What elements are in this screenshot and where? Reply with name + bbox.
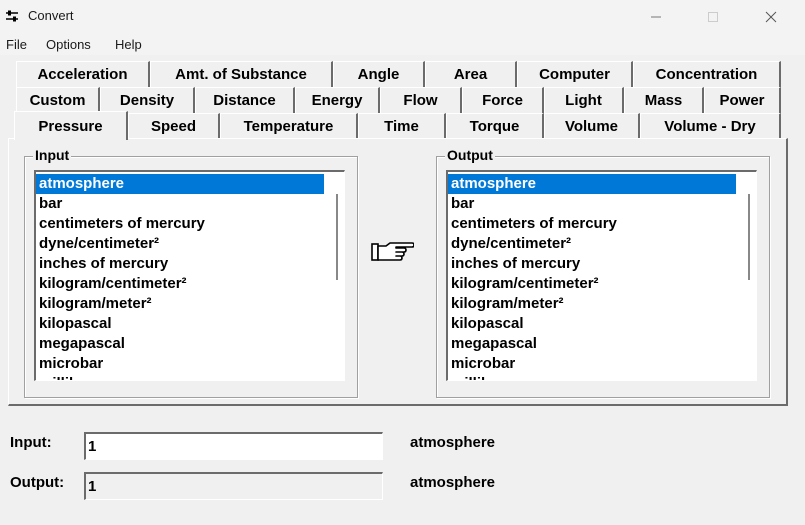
list-item[interactable]: kilogram/centimeter² xyxy=(36,274,344,294)
tab-power[interactable]: Power xyxy=(704,87,781,113)
list-item[interactable]: megapascal xyxy=(36,334,344,354)
scroll-thumb[interactable] xyxy=(748,194,750,280)
input-value-field[interactable] xyxy=(84,432,383,460)
tab-light[interactable]: Light xyxy=(544,87,624,113)
tab-pressure[interactable]: Pressure xyxy=(14,111,128,140)
menu-file[interactable]: File xyxy=(6,37,27,52)
minimize-button[interactable] xyxy=(633,0,679,33)
list-item[interactable]: bar xyxy=(448,194,756,214)
list-item[interactable]: kilopascal xyxy=(36,314,344,334)
close-icon xyxy=(765,11,777,22)
minimize-icon xyxy=(651,16,661,17)
menu-bar: File Options Help xyxy=(0,33,805,55)
tab-density[interactable]: Density xyxy=(100,87,195,113)
tab-amt-of-substance[interactable]: Amt. of Substance xyxy=(150,61,333,87)
list-item[interactable]: centimeters of mercury xyxy=(36,214,344,234)
input-unit-label: atmosphere xyxy=(410,434,496,451)
close-button[interactable] xyxy=(748,0,794,33)
input-unit-list[interactable]: atmosphere bar centimeters of mercury dy… xyxy=(34,170,345,381)
tab-temperature[interactable]: Temperature xyxy=(220,113,358,139)
tab-acceleration[interactable]: Acceleration xyxy=(16,61,150,87)
window-title: Convert xyxy=(28,8,74,23)
tab-concentration[interactable]: Concentration xyxy=(633,61,781,87)
pointing-hand-icon xyxy=(371,242,414,261)
tab-speed[interactable]: Speed xyxy=(128,113,220,139)
title-bar: Convert xyxy=(0,0,805,33)
input-group-label: Input xyxy=(33,147,72,163)
list-item[interactable]: millibar xyxy=(448,374,756,380)
list-item[interactable]: kilogram/centimeter² xyxy=(448,274,756,294)
list-item[interactable]: microbar xyxy=(448,354,756,374)
list-item[interactable]: megapascal xyxy=(448,334,756,354)
tab-custom[interactable]: Custom xyxy=(16,87,100,113)
list-item[interactable]: kilopascal xyxy=(448,314,756,334)
maximize-icon xyxy=(708,11,718,22)
menu-help[interactable]: Help xyxy=(115,37,142,52)
tab-angle[interactable]: Angle xyxy=(333,61,425,87)
tab-torque[interactable]: Torque xyxy=(446,113,544,139)
list-item[interactable]: millibar xyxy=(36,374,344,380)
tab-distance[interactable]: Distance xyxy=(195,87,295,113)
scroll-thumb[interactable] xyxy=(336,194,338,280)
list-item[interactable]: atmosphere xyxy=(36,174,324,194)
list-item[interactable]: inches of mercury xyxy=(448,254,756,274)
output-field-label: Output: xyxy=(10,474,65,491)
menu-options[interactable]: Options xyxy=(46,37,91,52)
tab-flow[interactable]: Flow xyxy=(380,87,462,113)
output-list-scrollbar[interactable] xyxy=(742,172,756,380)
list-item[interactable]: inches of mercury xyxy=(36,254,344,274)
input-list-scrollbar[interactable] xyxy=(330,172,344,380)
tab-time[interactable]: Time xyxy=(358,113,446,139)
sliders-icon xyxy=(6,10,18,22)
list-item[interactable]: microbar xyxy=(36,354,344,374)
maximize-button[interactable] xyxy=(690,0,736,33)
tab-computer[interactable]: Computer xyxy=(517,61,633,87)
tab-force[interactable]: Force xyxy=(462,87,544,113)
tab-volume[interactable]: Volume xyxy=(544,113,640,139)
list-item[interactable]: dyne/centimeter² xyxy=(36,234,344,254)
list-item[interactable]: atmosphere xyxy=(448,174,736,194)
tab-volume-dry[interactable]: Volume - Dry xyxy=(640,113,781,139)
output-value-field[interactable] xyxy=(84,472,383,500)
tab-area[interactable]: Area xyxy=(425,61,517,87)
tab-energy[interactable]: Energy xyxy=(295,87,380,113)
tab-mass[interactable]: Mass xyxy=(624,87,704,113)
list-item[interactable]: kilogram/meter² xyxy=(36,294,344,314)
output-group-label: Output xyxy=(445,147,495,163)
output-unit-list[interactable]: atmosphere bar centimeters of mercury dy… xyxy=(446,170,757,381)
list-item[interactable]: dyne/centimeter² xyxy=(448,234,756,254)
output-unit-label: atmosphere xyxy=(410,474,496,491)
input-field-label: Input: xyxy=(10,434,52,451)
list-item[interactable]: bar xyxy=(36,194,344,214)
list-item[interactable]: kilogram/meter² xyxy=(448,294,756,314)
list-item[interactable]: centimeters of mercury xyxy=(448,214,756,234)
